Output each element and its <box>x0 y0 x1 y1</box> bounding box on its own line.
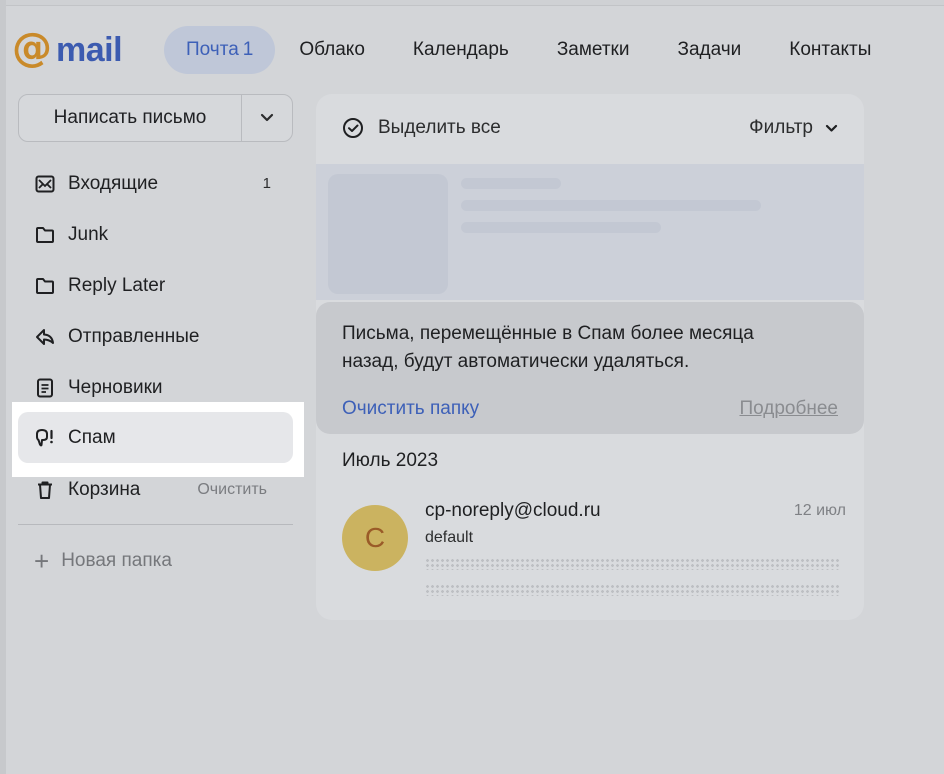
notice-text-line2: назад, будут автоматически удаляться. <box>342 351 690 372</box>
folder-icon <box>34 224 56 246</box>
message-list-panel: Выделить все Фильтр Письма, перемещённые… <box>316 94 864 620</box>
sidebar-item-reply-later[interactable]: Reply Later <box>18 260 293 311</box>
mail-logo[interactable]: @ mail <box>12 22 123 78</box>
message-snippet-placeholder <box>425 558 841 570</box>
compose-button[interactable]: Написать письмо <box>19 95 242 141</box>
select-all-button[interactable]: Выделить все <box>342 116 501 140</box>
top-header: @ mail <box>12 22 123 78</box>
clear-folder-link[interactable]: Очистить папку <box>342 398 479 420</box>
sidebar-item-inbox[interactable]: Входящие 1 <box>18 158 293 209</box>
filter-dropdown[interactable]: Фильтр <box>749 117 838 139</box>
spam-notice: Письма, перемещённые в Спам более месяца… <box>316 302 864 434</box>
unread-count-badge: 1 <box>262 175 271 192</box>
spam-icon <box>34 427 56 449</box>
sidebar-item-junk[interactable]: Junk <box>18 209 293 260</box>
nav-notes[interactable]: Заметки <box>533 26 654 74</box>
message-subject: default <box>425 529 474 546</box>
plus-icon: + <box>34 546 50 576</box>
message-date: 12 июл <box>793 502 846 519</box>
top-nav: Почта 1 Облако Календарь Заметки Задачи К… <box>164 26 895 74</box>
sidebar-item-label: Спам <box>68 426 116 448</box>
compose-dropdown-button[interactable] <box>242 95 292 141</box>
nav-contacts[interactable]: Контакты <box>765 26 895 74</box>
sidebar-item-drafts[interactable]: Черновики <box>18 362 293 413</box>
nav-mail-label: Почта <box>186 39 239 60</box>
list-toolbar: Выделить все Фильтр <box>316 94 864 162</box>
new-folder-button[interactable]: + Новая папка <box>34 548 172 574</box>
nav-mail-count: 1 <box>242 39 254 60</box>
compose-button-group: Написать письмо <box>18 94 293 142</box>
empty-trash-button[interactable]: Очистить <box>197 481 267 499</box>
logo-text: mail <box>56 31 123 69</box>
select-all-label: Выделить все <box>378 117 501 138</box>
message-snippet-placeholder <box>425 584 841 596</box>
skeleton-line <box>461 222 661 233</box>
inbox-icon <box>34 173 56 195</box>
list-item[interactable]: C cp-noreply@cloud.ru 12 июл default <box>316 490 864 602</box>
chevron-down-icon <box>260 113 274 122</box>
sent-icon <box>34 326 56 348</box>
learn-more-link[interactable]: Подробнее <box>739 398 838 420</box>
skeleton-line <box>461 178 561 189</box>
month-group-header: Июль 2023 <box>342 450 439 471</box>
skeleton-line <box>461 200 761 211</box>
skeleton-thumbnail <box>328 174 448 294</box>
folder-icon <box>34 275 56 297</box>
sidebar-item-label: Reply Later <box>68 274 166 296</box>
nav-tasks[interactable]: Задачи <box>653 26 765 74</box>
trash-icon <box>34 479 56 501</box>
sidebar-item-label: Входящие <box>68 172 159 194</box>
sidebar-item-label: Корзина <box>68 478 141 500</box>
sidebar-divider <box>18 524 293 525</box>
sidebar-item-sent[interactable]: Отправленные <box>18 311 293 362</box>
sidebar-item-spam[interactable]: Спам <box>18 412 293 463</box>
window-left-edge <box>0 0 6 774</box>
nav-calendar[interactable]: Календарь <box>389 26 533 74</box>
sidebar-item-trash[interactable]: Корзина Очистить <box>18 464 293 515</box>
new-folder-label: Новая папка <box>61 550 172 571</box>
loading-skeleton <box>316 164 864 300</box>
sidebar-item-label: Черновики <box>68 376 163 398</box>
filter-label: Фильтр <box>749 117 813 138</box>
sidebar-item-label: Отправленные <box>68 325 200 347</box>
chevron-down-icon <box>825 124 838 133</box>
message-sender: cp-noreply@cloud.ru <box>425 500 601 521</box>
notice-actions: Очистить папку Подробнее <box>342 398 838 420</box>
drafts-icon <box>34 377 56 399</box>
logo-at-icon: @ <box>12 25 52 71</box>
avatar: C <box>342 505 408 571</box>
notice-text-line1: Письма, перемещённые в Спам более месяца <box>342 323 754 344</box>
nav-cloud[interactable]: Облако <box>275 26 389 74</box>
check-circle-icon <box>342 116 366 140</box>
sidebar-item-label: Junk <box>68 223 109 245</box>
nav-mail[interactable]: Почта 1 <box>164 26 276 74</box>
